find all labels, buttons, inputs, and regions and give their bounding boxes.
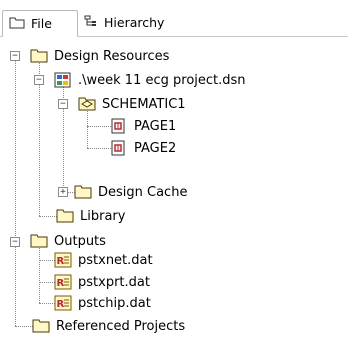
tree-item-dsn-file[interactable]: .\week 11 ecg project.dsn — [54, 69, 246, 91]
tree-item-referenced-projects[interactable]: Referenced Projects — [32, 315, 185, 337]
svg-text:R: R — [57, 299, 65, 310]
tree-guide — [39, 260, 55, 261]
tree-guide — [87, 148, 111, 149]
tree-guide — [39, 216, 57, 217]
tree-item-label: Referenced Projects — [56, 318, 186, 334]
folder-icon — [30, 233, 48, 249]
tab-file[interactable]: File — [2, 10, 78, 37]
tree-item-page2[interactable]: PAGE2 — [110, 137, 176, 159]
page-icon — [110, 118, 128, 134]
tree-item-label: SCHEMATIC1 — [102, 96, 186, 112]
project-tree: − − − + − Design Resources .\week 11 ecg… — [0, 36, 348, 349]
tree-guide — [15, 56, 16, 326]
folder-icon — [9, 16, 25, 32]
tab-hierarchy-label: Hierarchy — [104, 15, 165, 30]
collapse-toggle[interactable]: − — [34, 75, 44, 85]
tree-item-label: Library — [80, 208, 126, 224]
folder-icon — [56, 208, 74, 224]
folder-icon — [74, 184, 92, 200]
tree-guide — [63, 80, 64, 192]
tree-item-label: Design Cache — [98, 184, 188, 200]
hierarchy-icon — [84, 15, 98, 30]
tab-file-label: File — [31, 16, 52, 31]
expand-toggle[interactable]: + — [58, 187, 68, 197]
page-icon — [110, 140, 128, 156]
report-file-icon: R — [54, 252, 72, 268]
design-file-icon — [54, 72, 72, 88]
report-file-icon: R — [54, 295, 72, 311]
tree-item-design-cache[interactable]: Design Cache — [74, 181, 187, 203]
tree-item-label: Outputs — [54, 233, 106, 249]
folder-icon — [32, 318, 50, 334]
collapse-toggle[interactable]: − — [58, 99, 68, 109]
tree-item-schematic[interactable]: SCHEMATIC1 — [78, 93, 186, 115]
tree-guide — [39, 303, 55, 304]
tree-item-page1[interactable]: PAGE1 — [110, 115, 176, 137]
report-file-icon: R — [54, 274, 72, 290]
tree-item-pstxprt[interactable]: R pstxprt.dat — [54, 271, 150, 293]
tree-item-library[interactable]: Library — [56, 205, 125, 227]
tree-guide — [39, 246, 40, 303]
open-folder-icon — [78, 96, 96, 112]
svg-text:R: R — [57, 256, 65, 267]
tree-item-label: pstxprt.dat — [78, 274, 150, 290]
tree-item-design-resources[interactable]: Design Resources — [30, 45, 169, 67]
tree-item-pstxnet[interactable]: R pstxnet.dat — [54, 249, 153, 271]
tree-item-label: Design Resources — [54, 48, 170, 64]
tab-strip: File Hierarchy — [0, 0, 348, 37]
tree-item-label: PAGE2 — [134, 140, 177, 156]
tree-item-pstchip[interactable]: R pstchip.dat — [54, 292, 151, 314]
collapse-toggle[interactable]: − — [10, 51, 20, 61]
collapse-toggle[interactable]: − — [10, 237, 20, 247]
tree-guide — [39, 282, 55, 283]
tab-hierarchy[interactable]: Hierarchy — [80, 10, 180, 35]
tree-item-label: pstchip.dat — [78, 295, 151, 311]
tree-guide — [15, 326, 33, 327]
tree-guide — [87, 126, 111, 127]
tree-item-label: PAGE1 — [134, 118, 177, 134]
tree-item-label: pstxnet.dat — [78, 252, 153, 268]
svg-text:R: R — [57, 278, 65, 289]
tree-item-label: .\week 11 ecg project.dsn — [78, 72, 246, 88]
folder-icon — [30, 48, 48, 64]
